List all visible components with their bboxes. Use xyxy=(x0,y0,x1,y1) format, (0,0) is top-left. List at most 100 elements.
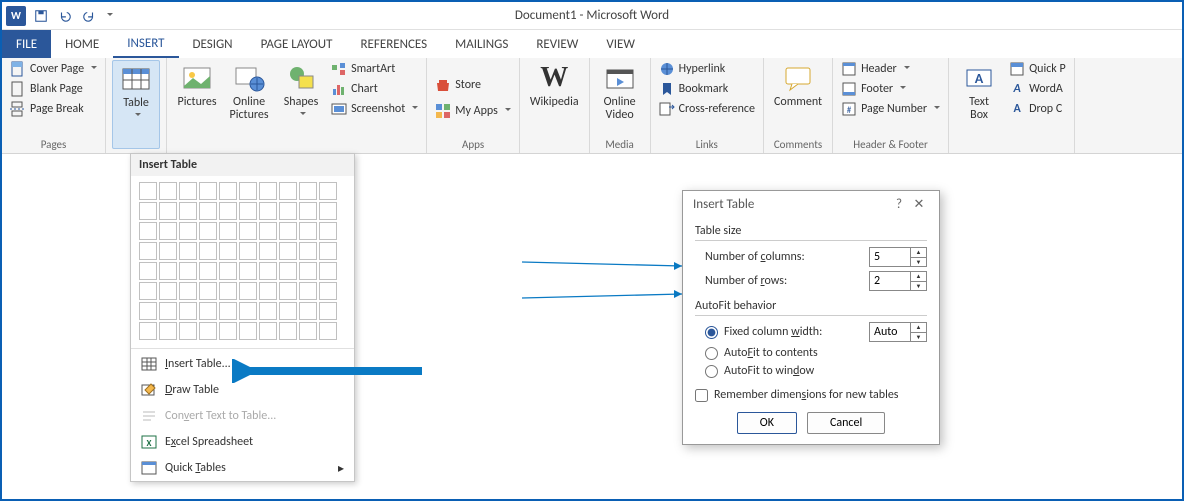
wikipedia-button[interactable]: W Wikipedia xyxy=(526,60,583,149)
grid-cell[interactable] xyxy=(219,202,237,220)
menu-excel-spreadsheet[interactable]: X Excel Spreadsheet xyxy=(131,429,354,455)
grid-cell[interactable] xyxy=(279,262,297,280)
qat-customize-dropdown[interactable] xyxy=(104,6,113,25)
menu-insert-table[interactable]: Insert Table... xyxy=(131,351,354,377)
grid-cell[interactable] xyxy=(179,222,197,240)
grid-cell[interactable] xyxy=(319,302,337,320)
grid-cell[interactable] xyxy=(179,282,197,300)
header-button[interactable]: Header xyxy=(839,60,942,78)
screenshot-button[interactable]: Screenshot xyxy=(329,100,420,118)
grid-cell[interactable] xyxy=(279,282,297,300)
grid-cell[interactable] xyxy=(259,182,277,200)
page-number-button[interactable]: #Page Number xyxy=(839,100,942,118)
grid-cell[interactable] xyxy=(179,202,197,220)
ok-button[interactable]: OK xyxy=(737,412,797,434)
text-box-button[interactable]: A Text Box xyxy=(955,60,1003,149)
grid-cell[interactable] xyxy=(259,222,277,240)
grid-cell[interactable] xyxy=(239,262,257,280)
grid-cell[interactable] xyxy=(279,302,297,320)
grid-cell[interactable] xyxy=(179,262,197,280)
grid-cell[interactable] xyxy=(159,262,177,280)
grid-cell[interactable] xyxy=(179,242,197,260)
grid-cell[interactable] xyxy=(179,302,197,320)
grid-cell[interactable] xyxy=(279,202,297,220)
dialog-close-button[interactable]: ✕ xyxy=(909,197,929,212)
num-rows-input[interactable] xyxy=(870,272,910,290)
grid-cell[interactable] xyxy=(299,182,317,200)
grid-cell[interactable] xyxy=(259,322,277,340)
tab-design[interactable]: DESIGN xyxy=(179,30,247,58)
tab-file[interactable]: FILE xyxy=(2,30,51,58)
cancel-button[interactable]: Cancel xyxy=(807,412,885,434)
grid-cell[interactable] xyxy=(219,262,237,280)
grid-cell[interactable] xyxy=(159,322,177,340)
spin-down-icon[interactable]: ▼ xyxy=(911,258,926,267)
grid-cell[interactable] xyxy=(199,322,217,340)
spin-up-icon[interactable]: ▲ xyxy=(911,272,926,282)
grid-cell[interactable] xyxy=(299,302,317,320)
grid-cell[interactable] xyxy=(159,182,177,200)
grid-cell[interactable] xyxy=(319,202,337,220)
grid-cell[interactable] xyxy=(199,222,217,240)
grid-cell[interactable] xyxy=(159,242,177,260)
grid-cell[interactable] xyxy=(259,242,277,260)
grid-cell[interactable] xyxy=(319,322,337,340)
table-button[interactable]: Table xyxy=(112,60,160,149)
autofit-contents-radio[interactable] xyxy=(705,347,718,360)
table-grid-picker[interactable] xyxy=(131,176,354,346)
qat-save-button[interactable] xyxy=(32,7,50,25)
comment-button[interactable]: Comment xyxy=(770,60,826,136)
grid-cell[interactable] xyxy=(239,222,257,240)
grid-cell[interactable] xyxy=(319,222,337,240)
online-video-button[interactable]: Online Video xyxy=(596,60,644,136)
tab-page-layout[interactable]: PAGE LAYOUT xyxy=(247,30,347,58)
tab-references[interactable]: REFERENCES xyxy=(346,30,441,58)
hyperlink-button[interactable]: Hyperlink xyxy=(657,60,757,78)
grid-cell[interactable] xyxy=(239,302,257,320)
grid-cell[interactable] xyxy=(279,222,297,240)
grid-cell[interactable] xyxy=(159,222,177,240)
grid-cell[interactable] xyxy=(319,282,337,300)
grid-cell[interactable] xyxy=(219,282,237,300)
num-columns-input[interactable] xyxy=(870,248,910,266)
menu-draw-table[interactable]: Draw Table xyxy=(131,377,354,403)
grid-cell[interactable] xyxy=(239,182,257,200)
grid-cell[interactable] xyxy=(259,282,277,300)
tab-review[interactable]: REVIEW xyxy=(522,30,592,58)
spin-down-icon[interactable]: ▼ xyxy=(911,282,926,291)
grid-cell[interactable] xyxy=(219,182,237,200)
grid-cell[interactable] xyxy=(139,262,157,280)
spin-up-icon[interactable]: ▲ xyxy=(911,323,926,333)
grid-cell[interactable] xyxy=(279,242,297,260)
cross-reference-button[interactable]: Cross-reference xyxy=(657,100,757,118)
grid-cell[interactable] xyxy=(319,262,337,280)
autofit-window-radio[interactable] xyxy=(705,365,718,378)
footer-button[interactable]: Footer xyxy=(839,80,942,98)
grid-cell[interactable] xyxy=(299,222,317,240)
grid-cell[interactable] xyxy=(319,242,337,260)
grid-cell[interactable] xyxy=(239,282,257,300)
cover-page-button[interactable]: Cover Page xyxy=(8,60,99,78)
grid-cell[interactable] xyxy=(199,242,217,260)
wordart-button[interactable]: AWordA xyxy=(1007,80,1068,98)
grid-cell[interactable] xyxy=(199,302,217,320)
grid-cell[interactable] xyxy=(139,202,157,220)
grid-cell[interactable] xyxy=(199,282,217,300)
fixed-width-input[interactable] xyxy=(870,323,910,341)
quick-parts-button[interactable]: Quick P xyxy=(1007,60,1068,78)
grid-cell[interactable] xyxy=(219,222,237,240)
grid-cell[interactable] xyxy=(139,282,157,300)
page-break-button[interactable]: Page Break xyxy=(8,100,99,118)
grid-cell[interactable] xyxy=(139,302,157,320)
spin-down-icon[interactable]: ▼ xyxy=(911,333,926,342)
tab-home[interactable]: HOME xyxy=(51,30,113,58)
tab-view[interactable]: VIEW xyxy=(592,30,649,58)
qat-redo-button[interactable] xyxy=(80,7,98,25)
num-rows-spinbox[interactable]: ▲▼ xyxy=(869,271,927,291)
spin-up-icon[interactable]: ▲ xyxy=(911,248,926,258)
fixed-width-radio[interactable] xyxy=(705,326,718,339)
grid-cell[interactable] xyxy=(199,262,217,280)
smartart-button[interactable]: SmartArt xyxy=(329,60,420,78)
grid-cell[interactable] xyxy=(279,322,297,340)
remember-checkbox[interactable] xyxy=(695,389,708,402)
